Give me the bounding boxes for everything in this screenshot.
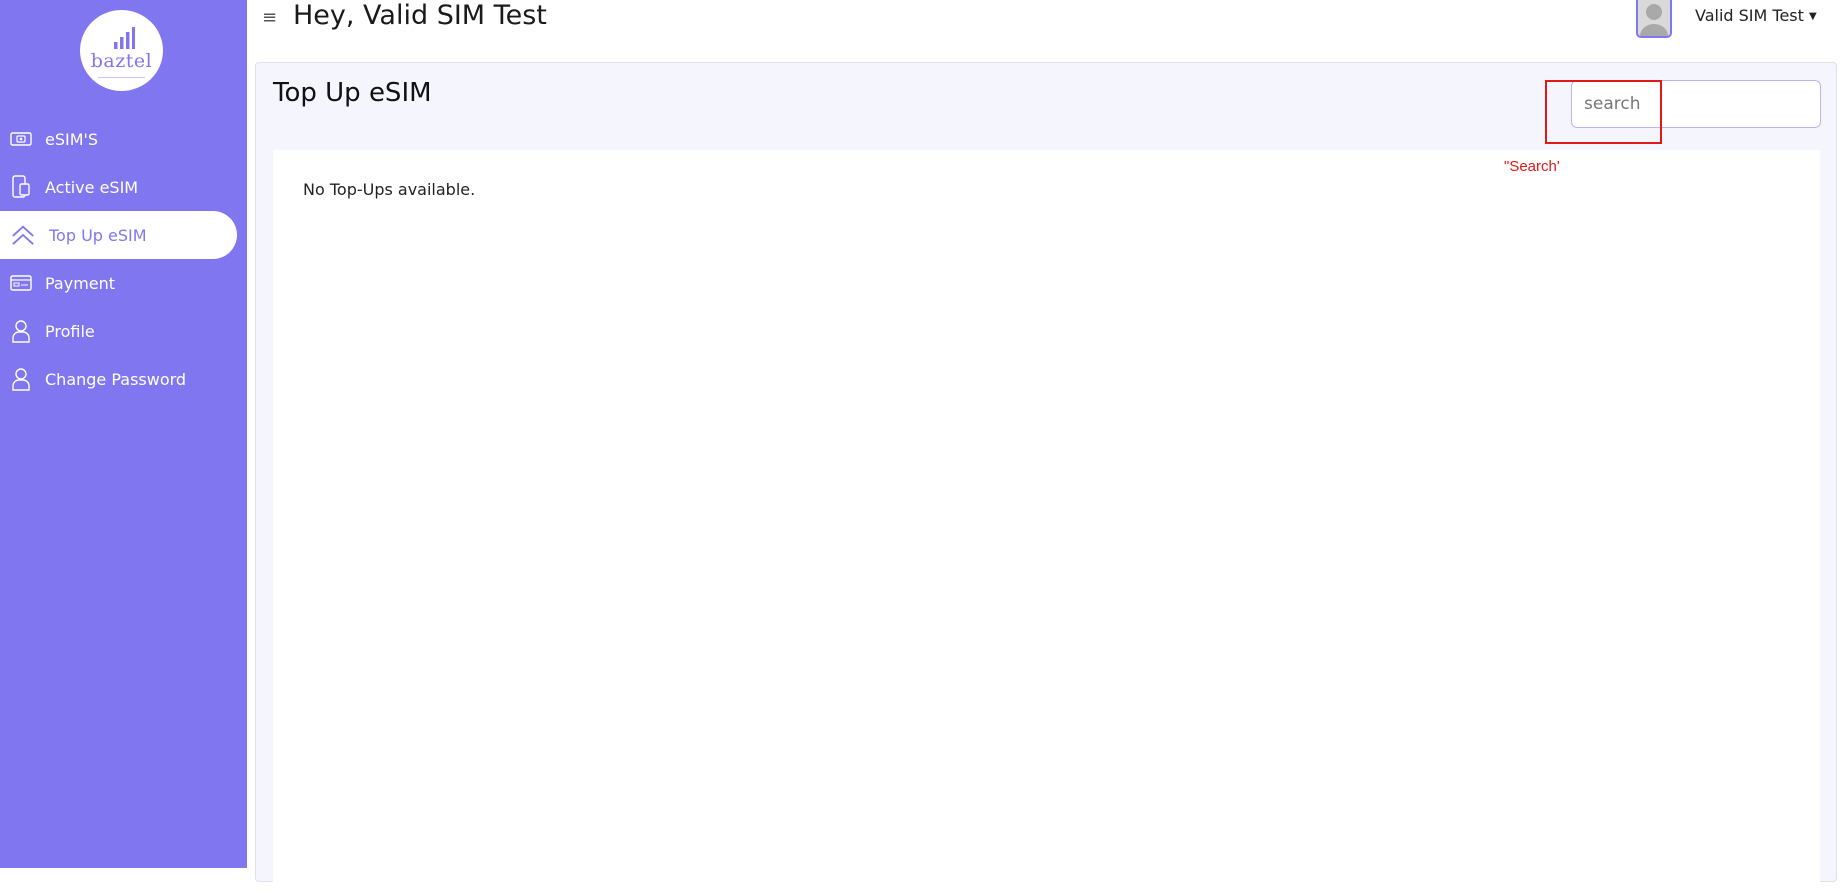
sidebar-item-active-esim[interactable]: Active eSIM [0,163,247,211]
signal-bars-icon [114,27,135,49]
esim-card-icon [9,127,33,151]
sidebar-nav: eSIM'S Active eSIM Top Up eSIM Payment P… [0,115,247,403]
brand-logo[interactable]: baztel [80,10,163,91]
user-menu-dropdown[interactable]: Valid SIM Test ▼ [1695,6,1817,25]
empty-state-message: No Top-Ups available. [303,180,476,199]
chevrons-up-icon [11,223,35,247]
credit-card-icon [9,271,33,295]
sidebar-item-label: Active eSIM [45,177,139,197]
sidebar-item-label: Top Up eSIM [49,225,147,245]
sidebar-item-label: Change Password [45,369,187,389]
phone-device-icon [9,175,33,199]
sidebar-item-esims[interactable]: eSIM'S [0,115,247,163]
page-greeting: Hey, Valid SIM Test [293,0,547,31]
top-up-list: No Top-Ups available. [273,150,1820,890]
search-highlight-box [1545,80,1662,144]
top-bar: ≡ Hey, Valid SIM Test Valid SIM Test ▼ [247,0,1844,40]
hamburger-menu-icon[interactable]: ≡ [262,7,277,28]
avatar[interactable] [1636,0,1672,38]
avatar-placeholder-icon [1640,4,1668,36]
sidebar-item-payment[interactable]: Payment [0,259,247,307]
brand-tagline-line [98,77,145,78]
sidebar-item-label: eSIM'S [45,129,99,149]
user-icon [9,367,33,391]
sidebar-item-profile[interactable]: Profile [0,307,247,355]
sidebar-item-label: Profile [45,321,95,341]
caret-down-icon: ▼ [1809,11,1817,22]
user-name: Valid SIM Test [1695,6,1804,25]
top-up-card: Top Up eSIM No Top-Ups available. [255,62,1837,890]
search-annotation-label: "Search' [1504,158,1560,175]
user-icon [9,319,33,343]
sidebar: baztel eSIM'S Active eSIM Top Up eSIM Pa… [0,0,247,868]
sidebar-item-change-password[interactable]: Change Password [0,355,247,403]
page-title: Top Up eSIM [273,78,432,108]
sidebar-item-top-up-esim[interactable]: Top Up eSIM [0,211,237,259]
sidebar-item-label: Payment [45,273,116,293]
brand-logo-text: baztel [90,50,153,72]
